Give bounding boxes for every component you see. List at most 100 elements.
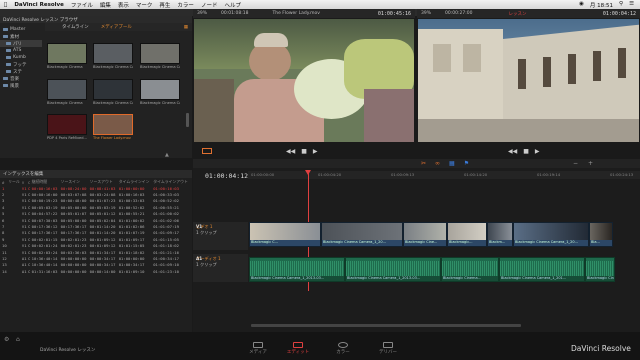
folder-item[interactable]: ステ — [0, 68, 42, 75]
video-clip[interactable]: Bla... — [589, 222, 613, 247]
apple-icon[interactable]:  — [4, 2, 7, 8]
page-edit[interactable]: エディット — [280, 342, 316, 355]
col-header[interactable]: タイムラインイン — [118, 179, 153, 185]
audio-clip[interactable]: Blackmagic Cinema Camera_1_2013-03... — [345, 257, 441, 282]
media-thumb[interactable]: Blackmagic Cinema — [47, 79, 87, 106]
media-thumb[interactable]: PDP 4 Paris ReMixed... — [47, 114, 87, 141]
col-header[interactable]: タイムラインアウト — [152, 179, 191, 185]
folder-item[interactable]: Kumb — [0, 54, 42, 61]
collapse-arrow-icon[interactable]: ▲ — [165, 152, 169, 158]
source-clip-icon[interactable] — [202, 148, 212, 154]
video-clip[interactable]: Blackmagic Cinema Camera_1_20... — [321, 222, 403, 247]
playhead-marker-icon[interactable] — [305, 170, 311, 175]
edit-index-row[interactable]: 11 V1 C 00:02:03:24 00:03:36:03 00:01:34:17 01… — [1, 249, 191, 255]
edit-index-row[interactable]: 10 V1 C 00:02:01:24 00:02:01:23 00:01:09:12 01… — [1, 243, 191, 249]
edit-index-row[interactable]: 8 V1 C 00:17:36:17 00:17:36:17 00:01:14:20 01:… — [1, 230, 191, 236]
media-thumb-selected[interactable]: The Flower Lady.mov — [93, 114, 133, 141]
menu-node[interactable]: ノード — [201, 1, 218, 9]
folder-item[interactable]: フッテ — [0, 61, 42, 68]
menu-mark[interactable]: マーク — [136, 1, 153, 9]
record-zoom[interactable]: 39% — [421, 11, 431, 16]
audio-clip[interactable]: Blackmagic Cinema... — [441, 257, 499, 282]
grid-view-icon[interactable]: ▦ — [184, 25, 188, 30]
media-pool-scrollbar[interactable] — [186, 113, 189, 127]
edit-index-row[interactable]: 4 V1 C 00:05:03:19 00:05:00:00 00:05:03:19 01:… — [1, 204, 191, 210]
video-clip[interactable]: Blackmagic Cinema Camera_1_20... — [513, 222, 589, 247]
edit-index-row[interactable]: 14 A1 C 01:31:16:03 00:00:00:00 00:00:14:00 01… — [1, 268, 191, 274]
page-color[interactable]: カラー — [325, 342, 361, 355]
folder-master[interactable]: Master — [0, 26, 42, 33]
media-thumb[interactable]: Blackmagic Cinema Camera_1_... — [93, 43, 133, 70]
zoom-out-icon[interactable]: − — [573, 160, 578, 167]
list-icon[interactable]: ☰ — [629, 1, 634, 9]
page-media[interactable]: メディア — [240, 342, 276, 355]
folder-item[interactable]: 風景 — [0, 82, 42, 89]
project-manager-icon[interactable]: ⌂ — [16, 336, 20, 343]
video-clip[interactable]: Blackm... — [487, 222, 513, 247]
edit-index-cell: 10 — [2, 243, 7, 249]
source-timecode: 01:00:45:16 — [377, 10, 411, 17]
source-zoom[interactable]: 39% — [197, 11, 207, 16]
media-thumb[interactable]: Blackmagic Cinema Camera_1_... — [93, 79, 133, 106]
menu-file[interactable]: ファイル — [71, 1, 93, 9]
zoom-in-icon[interactable]: + — [588, 160, 593, 167]
play-icon[interactable]: ▶ — [535, 148, 540, 155]
record-viewer-image[interactable] — [418, 19, 639, 142]
razor-tool-icon[interactable]: ✂ — [421, 160, 426, 167]
record-duration: 00:00:27:00 — [445, 11, 473, 16]
record-timeline-name[interactable]: レッスン — [508, 11, 526, 17]
col-header[interactable]: C — [27, 179, 31, 185]
audio-track-header[interactable]: オーディオ 1 1 クリップ A1 — [193, 254, 248, 282]
timeline-scrollbar[interactable] — [251, 324, 521, 327]
menubar-clock[interactable]: 月 18:51 — [590, 1, 613, 9]
folder-item[interactable]: 素材 — [0, 33, 42, 40]
audio-clip[interactable]: Blackmagic Cinema Camera_1_2013-03... — [249, 257, 345, 282]
folder-item[interactable]: ATS — [0, 47, 42, 54]
search-icon[interactable]: ⚲ — [619, 1, 623, 9]
edit-index-cell: C — [28, 230, 31, 236]
media-thumb[interactable]: Blackmagic Cinema Camera_1_... — [140, 79, 180, 106]
stop-icon[interactable]: ■ — [301, 148, 307, 155]
edit-index-row[interactable]: 12 A1 C 10:36:40:14 00:00:00:00 00:00:34:17 01… — [1, 255, 191, 261]
edit-index-cell: 00:02:01:15 — [31, 236, 58, 242]
app-menu[interactable]: DaVinci Resolve — [14, 2, 64, 8]
video-track-header[interactable]: ビデオ 1 1 クリップ V1 — [193, 222, 248, 250]
menu-help[interactable]: ヘルプ — [224, 1, 241, 9]
tab-media-pool[interactable]: メディアプール — [101, 24, 132, 30]
page-deliver[interactable]: デリバー — [370, 342, 406, 355]
edit-index-row[interactable]: 3 V1 C 00:00:19:23 00:00:48:00 00:01:07:23 01:… — [1, 198, 191, 204]
play-icon[interactable]: ▶ — [313, 148, 318, 155]
col-header[interactable]: リール — [7, 179, 21, 185]
edit-index-row[interactable]: 5 V1 C 00:04:57:22 00:05:01:07 00:05:01:12 01:… — [1, 211, 191, 217]
audio-clip[interactable]: Blackmagic Cine... — [585, 257, 615, 282]
tab-timeline[interactable]: タイムライン — [62, 24, 89, 30]
edit-index-row[interactable]: 2 V1 C 00:00:16:00 00:03:07:08 00:03:24:08 01:… — [1, 191, 191, 197]
menu-edit[interactable]: 編集 — [100, 1, 111, 9]
prev-frame-icon[interactable]: ◀◀ — [286, 148, 295, 155]
media-thumb[interactable]: Blackmagic Cinema Camera_1_... — [140, 43, 180, 70]
prev-frame-icon[interactable]: ◀◀ — [508, 148, 517, 155]
link-icon[interactable]: ∞ — [435, 160, 440, 167]
edit-index-row[interactable]: 1 V1 C 00:00:16:03 00:08:24:00 00:08:41:03 01:… — [1, 185, 191, 191]
flag-icon[interactable]: ⚑ — [464, 160, 469, 167]
media-thumb[interactable]: Blackmagic Cinema — [47, 43, 87, 70]
video-clip[interactable]: Blackmagic Cine... — [403, 222, 447, 247]
edit-index-row[interactable]: 9 V1 C 00:02:01:15 00:02:01:23 00:01:09:12 01:… — [1, 236, 191, 242]
video-clip[interactable]: Blackmagic C... — [249, 222, 321, 247]
edit-index-row[interactable]: 7 V1 C 00:17:36:12 00:17:36:17 00:01:14:20 01:… — [1, 223, 191, 229]
video-clip[interactable]: Blackmagic... — [447, 222, 487, 247]
audio-clip[interactable]: Blackmagic Cinema Camera_1_201... — [499, 257, 585, 282]
edit-index-cell: 00:02:03:24 — [31, 249, 58, 255]
folder-item[interactable]: パリ — [0, 40, 42, 47]
stop-icon[interactable]: ■ — [523, 148, 529, 155]
folder-item[interactable]: 音楽 — [0, 75, 42, 82]
edit-index-row[interactable]: 13 A1 C 10:36:40:14 00:00:00:00 00:00:34:17 01… — [1, 262, 191, 268]
menu-playback[interactable]: 再生 — [159, 1, 170, 9]
source-viewer-image[interactable] — [194, 19, 414, 142]
settings-icon[interactable]: ⚙ — [4, 336, 9, 343]
wifi-icon[interactable]: ◉ — [579, 1, 584, 9]
menu-color[interactable]: カラー — [177, 1, 194, 9]
snap-icon[interactable]: ▦ — [449, 160, 455, 167]
menu-view[interactable]: 表示 — [118, 1, 129, 9]
edit-index-row[interactable]: 6 V1 C 00:07:30:03 00:05:00:00 00:05:02:04 01:… — [1, 217, 191, 223]
